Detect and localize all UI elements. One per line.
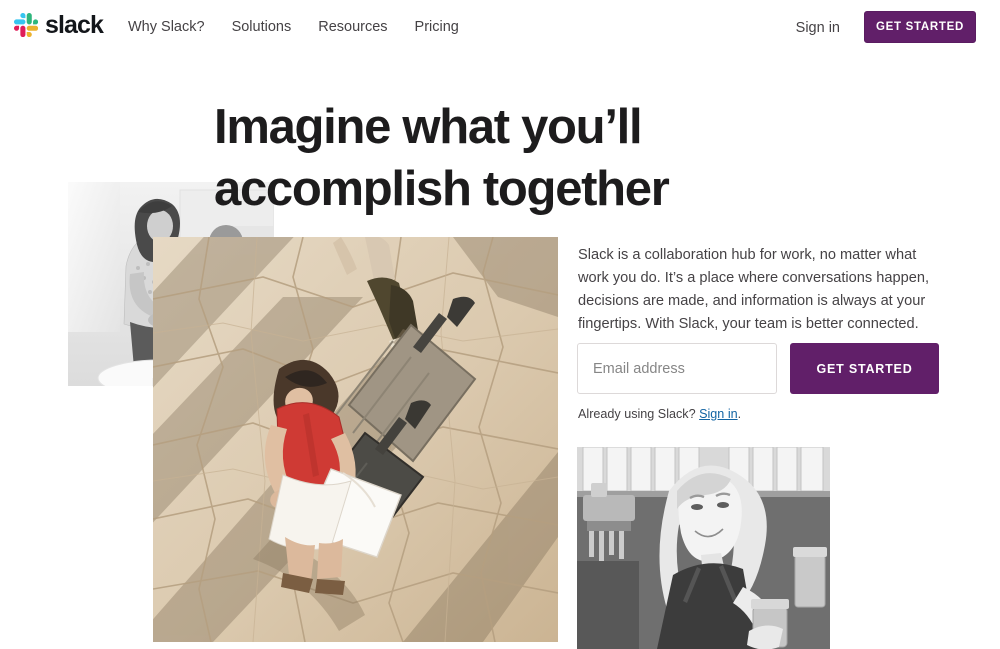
already-using-slack: Already using Slack? Sign in.	[578, 405, 741, 423]
cafe-photo-graphic	[577, 447, 830, 649]
nav-item-pricing[interactable]: Pricing	[415, 17, 459, 37]
header-sign-in-link[interactable]: Sign in	[796, 18, 840, 38]
header-get-started-button[interactable]: GET STARTED	[864, 11, 976, 43]
slack-hash-logo-icon	[14, 13, 38, 37]
page-title: Imagine what you’ll accomplish together	[214, 100, 670, 216]
cafe-photo	[577, 447, 830, 649]
already-prefix-text: Already using Slack?	[578, 407, 700, 421]
brand-logo[interactable]: slack	[14, 11, 104, 39]
hero-sign-in-link[interactable]: Sign in	[699, 407, 738, 421]
nav-item-solutions[interactable]: Solutions	[232, 17, 292, 37]
slack-landing-page: slack Why Slack? Solutions Resources Pri…	[0, 0, 1000, 649]
travel-photo	[153, 237, 558, 642]
email-input[interactable]	[577, 343, 777, 394]
site-header: slack Why Slack? Solutions Resources Pri…	[0, 0, 1000, 56]
nav-item-why-slack[interactable]: Why Slack?	[128, 17, 205, 37]
signup-form: GET STARTED	[577, 343, 939, 394]
already-suffix-text: .	[737, 407, 742, 421]
travel-photo-graphic	[153, 237, 558, 642]
hero-get-started-button[interactable]: GET STARTED	[790, 343, 939, 394]
hero-paragraph: Slack is a collaboration hub for work, n…	[578, 247, 929, 332]
nav-item-resources[interactable]: Resources	[318, 17, 387, 37]
primary-nav: Why Slack? Solutions Resources Pricing	[128, 17, 459, 37]
brand-wordmark: slack	[45, 11, 104, 39]
